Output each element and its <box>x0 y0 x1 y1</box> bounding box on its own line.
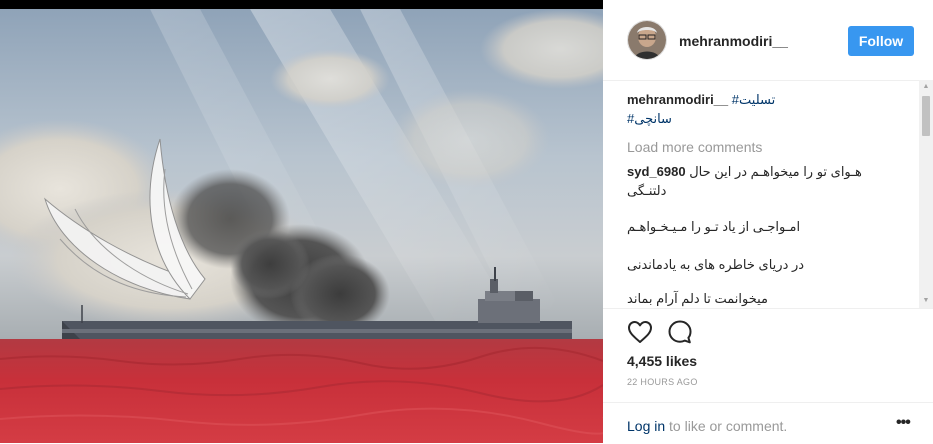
comment-text: در دریای خاطره های به یادماندنی <box>627 257 805 272</box>
comment-text: میخوانمت تا دلم آرام بماند <box>627 291 769 306</box>
comment-text: دلتنـگی <box>627 183 667 198</box>
post-image-artwork <box>0 9 603 443</box>
caption-line-2: #سانچی <box>627 111 672 127</box>
login-prompt: Log in to like or comment. <box>627 418 787 434</box>
hashtag-link[interactable]: #تسلیت <box>732 92 775 107</box>
scroll-down-icon[interactable]: ▼ <box>919 294 933 308</box>
load-more-comments[interactable]: Load more comments <box>627 139 762 155</box>
avatar-image <box>628 21 666 59</box>
comment-icon[interactable] <box>667 319 693 345</box>
comment-text: هـوای تو را میخواهـم در این حال <box>689 164 862 179</box>
scroll-up-icon[interactable]: ▲ <box>919 80 933 94</box>
heart-icon[interactable] <box>627 320 653 344</box>
login-prompt-text: to like or comment. <box>669 418 788 434</box>
post-side-panel: mehranmodiri__ Follow mehranmodiri__ #تس… <box>603 0 933 443</box>
follow-button[interactable]: Follow <box>848 26 914 56</box>
actions-divider <box>603 308 933 309</box>
caption: mehranmodiri__ #تسلیت <box>627 92 775 108</box>
comments-scrollbar[interactable]: ▲ ▼ <box>919 80 933 308</box>
header-username[interactable]: mehranmodiri__ <box>679 33 788 49</box>
avatar[interactable] <box>627 20 667 60</box>
caption-username[interactable]: mehranmodiri__ <box>627 92 728 107</box>
comment-line-1: syd_6980 هـوای تو را میخواهـم در این حال <box>627 164 862 180</box>
comment-username[interactable]: syd_6980 <box>627 164 686 179</box>
login-link[interactable]: Log in <box>627 418 665 434</box>
likes-count[interactable]: 4,455 likes <box>627 353 697 369</box>
comments-list: mehranmodiri__ #تسلیت #سانچی Load more c… <box>627 88 917 308</box>
more-options-icon[interactable]: ••• <box>896 414 911 432</box>
post-image[interactable] <box>0 9 603 443</box>
scrollbar-thumb[interactable] <box>922 96 930 136</box>
post-timestamp[interactable]: 22 HOURS AGO <box>627 377 698 387</box>
top-strip <box>0 0 603 9</box>
comment-text: امـواجـی از یاد تـو را مـیـخـواهـم <box>627 219 801 234</box>
hashtag-link[interactable]: #سانچی <box>627 111 672 126</box>
